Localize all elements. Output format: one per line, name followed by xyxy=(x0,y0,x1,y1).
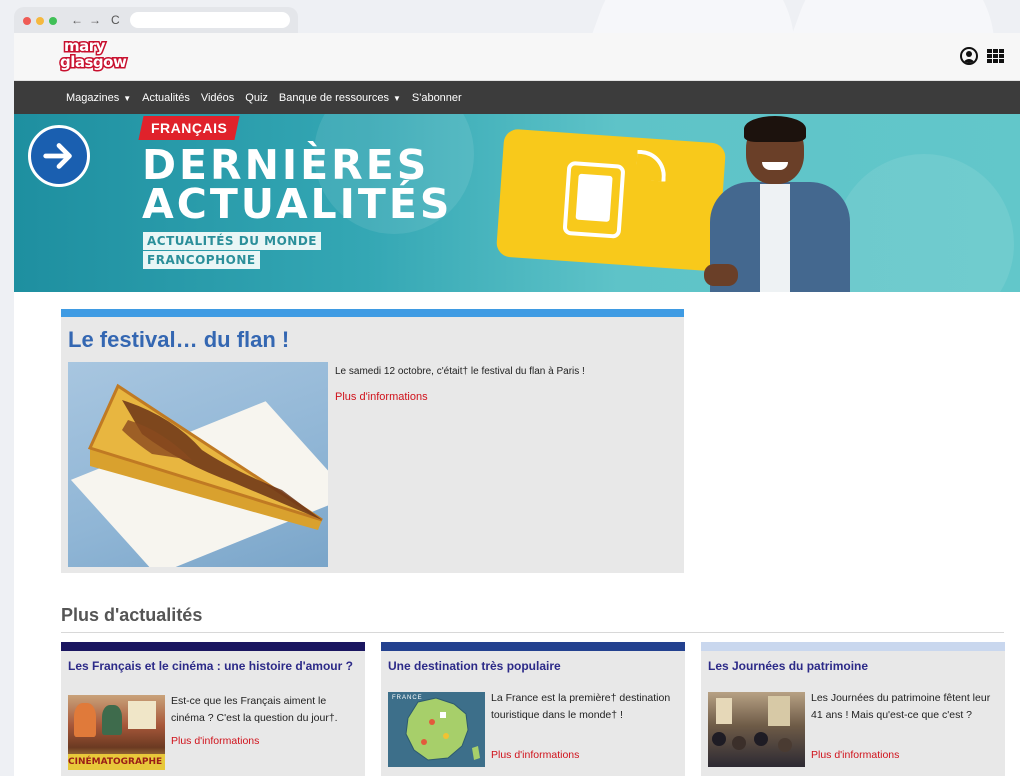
nav-item-banque-de-ressources[interactable]: Banque de ressources ▼ xyxy=(279,92,401,104)
chevron-down-icon: ▼ xyxy=(392,93,401,103)
banner-title-line1: DERNIÈRES xyxy=(142,141,430,189)
news-card-title[interactable]: Les Français et le cinéma : une histoire… xyxy=(68,659,358,673)
news-card-more-link[interactable]: Plus d'informations xyxy=(171,735,259,747)
news-card: Les Journées du patrimoine Les Journées … xyxy=(701,642,1005,776)
website: mary glasgow Magazines ▼ Actualités Vidéo… xyxy=(14,33,1020,776)
mary-glasgow-logo[interactable]: mary glasgow xyxy=(58,37,130,76)
header-icons xyxy=(960,47,1004,65)
nav-item-videos[interactable]: Vidéos xyxy=(201,92,234,104)
news-card-summary: Les Journées du patrimoine fêtent leur 4… xyxy=(811,692,991,721)
news-card-summary: La France est la première† destination t… xyxy=(491,692,671,721)
featured-article-more-link[interactable]: Plus d'informations xyxy=(335,391,428,403)
apps-grid-icon[interactable] xyxy=(987,48,1004,64)
site-header: mary glasgow xyxy=(14,33,1020,81)
news-card-more-link[interactable]: Plus d'informations xyxy=(491,749,579,761)
more-news-heading: Plus d'actualités xyxy=(61,605,203,625)
nav-item-actualites[interactable]: Actualités xyxy=(142,92,190,104)
news-card: Les Français et le cinéma : une histoire… xyxy=(61,642,365,776)
heritage-days-photo[interactable] xyxy=(708,692,805,767)
maximize-window-button[interactable] xyxy=(49,17,57,25)
featured-article-summary: Le samedi 12 octobre, c'était† le festiv… xyxy=(335,366,585,377)
logo-text-line1: mary xyxy=(63,37,107,55)
france-map-image[interactable]: FRANCE xyxy=(388,692,485,767)
featured-article: Le festival… du flan ! Le samedi 12 octo… xyxy=(61,309,684,573)
nav-item-quiz[interactable]: Quiz xyxy=(245,92,268,104)
speech-bubble-illustration xyxy=(495,128,727,272)
banner-title-line2: ACTUALITÉS xyxy=(142,180,453,228)
reload-icon[interactable]: C xyxy=(111,12,120,28)
news-card: Une destination très populaire FRANCE La… xyxy=(381,642,685,776)
news-card-title[interactable]: Une destination très populaire xyxy=(388,659,678,673)
main-navigation: Magazines ▼ Actualités Vidéos Quiz Banque… xyxy=(14,81,1020,114)
banner-subtitle-line2: FRANCOPHONE xyxy=(143,251,260,269)
nav-item-magazines[interactable]: Magazines ▼ xyxy=(66,92,131,104)
hero-banner[interactable]: FRANÇAIS DERNIÈRES ACTUALITÉS ACTUALITÉS… xyxy=(14,114,1020,292)
arrow-right-icon[interactable] xyxy=(28,125,90,187)
address-bar[interactable] xyxy=(130,12,290,28)
news-card-more-link[interactable]: Plus d'informations xyxy=(811,749,899,761)
student-photo xyxy=(704,116,854,292)
logo-text-line2: glasgow xyxy=(58,53,128,71)
banner-decoration xyxy=(834,154,1014,292)
flan-photo[interactable] xyxy=(68,362,328,567)
minimize-window-button[interactable] xyxy=(36,17,44,25)
forward-arrow-icon[interactable]: → xyxy=(89,12,101,28)
tablet-icon xyxy=(562,160,626,239)
signal-waves-icon xyxy=(635,149,668,182)
language-tag: FRANÇAIS xyxy=(138,116,240,140)
back-arrow-icon[interactable]: ← xyxy=(71,12,83,28)
featured-article-title[interactable]: Le festival… du flan ! xyxy=(68,327,289,353)
nav-item-sabonner[interactable]: S'abonner xyxy=(412,92,462,104)
news-card-title[interactable]: Les Journées du patrimoine xyxy=(708,659,998,673)
close-window-button[interactable] xyxy=(23,17,31,25)
user-account-icon[interactable] xyxy=(960,47,978,65)
news-card-summary: Est-ce que les Français aiment le cinéma… xyxy=(171,695,338,724)
section-divider xyxy=(61,632,1004,633)
banner-subtitle-line1: ACTUALITÉS DU MONDE xyxy=(143,232,321,250)
cinema-poster-image[interactable]: CINÉMATOGRAPHE LUMIÈRE xyxy=(68,695,165,770)
chevron-down-icon: ▼ xyxy=(123,93,132,103)
poster-caption: CINÉMATOGRAPHE LUMIÈRE xyxy=(68,754,165,770)
